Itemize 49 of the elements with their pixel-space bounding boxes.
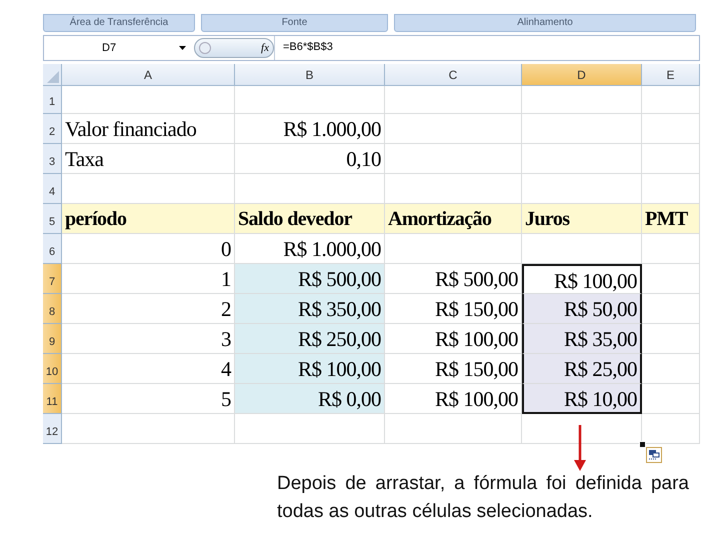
table-cell: Juros: [522, 204, 642, 234]
table-cell: R$ 35,00: [522, 324, 642, 354]
table-cell: Valor financiado: [62, 114, 235, 144]
table-cell: 0: [62, 234, 235, 264]
row-header[interactable]: 4: [43, 174, 62, 204]
table-cell: R$ 0,00: [235, 384, 385, 414]
table-cell: R$ 500,00: [235, 264, 385, 294]
table-cell: Taxa: [62, 144, 235, 174]
table-cell: R$ 100,00: [522, 264, 642, 294]
table-cell: R$ 250,00: [235, 324, 385, 354]
row-header[interactable]: 7: [43, 264, 62, 294]
ribbon-group-label: Área de Transferência: [43, 14, 195, 32]
fill-handle[interactable]: [639, 441, 646, 448]
table-cell: período: [62, 204, 235, 234]
row-header[interactable]: 3: [43, 144, 62, 174]
arrow-icon: [574, 425, 586, 471]
paste-options-icon[interactable]: [646, 447, 662, 463]
function-button[interactable]: fx: [194, 38, 274, 58]
ribbon-group-label: Alinhamento: [394, 14, 696, 32]
column-header[interactable]: E: [642, 64, 700, 86]
table-cell: R$ 1.000,00: [235, 114, 385, 144]
formula-field[interactable]: =B6*$B$3: [274, 36, 699, 60]
caption-text: Depois de arrastar, a fórmula foi definida para todas as outras células selecionadas.: [277, 472, 689, 524]
row-header[interactable]: 1: [43, 86, 62, 114]
row-header[interactable]: 2: [43, 114, 62, 144]
table-cell: PMT: [642, 204, 700, 234]
column-header[interactable]: C: [385, 64, 522, 86]
row-header[interactable]: 10: [43, 354, 62, 384]
row-header[interactable]: 5: [43, 204, 62, 234]
row-header[interactable]: 11: [43, 384, 62, 414]
dropdown-caret-icon: [179, 46, 186, 50]
ribbon-group-label: Fonte: [201, 14, 388, 32]
table-cell: R$ 25,00: [522, 354, 642, 384]
table-cell: R$ 350,00: [235, 294, 385, 324]
table-cell: Saldo devedor: [235, 204, 385, 234]
table-cell: R$ 100,00: [235, 354, 385, 384]
row-header[interactable]: 8: [43, 294, 62, 324]
name-box[interactable]: D7: [44, 42, 194, 54]
table-cell: Amortização: [385, 204, 522, 234]
column-header[interactable]: A: [62, 64, 235, 86]
table-cell: 0,10: [235, 144, 385, 174]
column-header[interactable]: D: [522, 64, 642, 86]
table-cell: R$ 10,00: [522, 384, 642, 414]
column-header[interactable]: B: [235, 64, 385, 86]
row-header[interactable]: 6: [43, 234, 62, 264]
row-header[interactable]: 9: [43, 324, 62, 354]
select-all-triangle-icon: [47, 71, 59, 83]
row-header[interactable]: 12: [43, 414, 62, 444]
table-cell: R$ 50,00: [522, 294, 642, 324]
